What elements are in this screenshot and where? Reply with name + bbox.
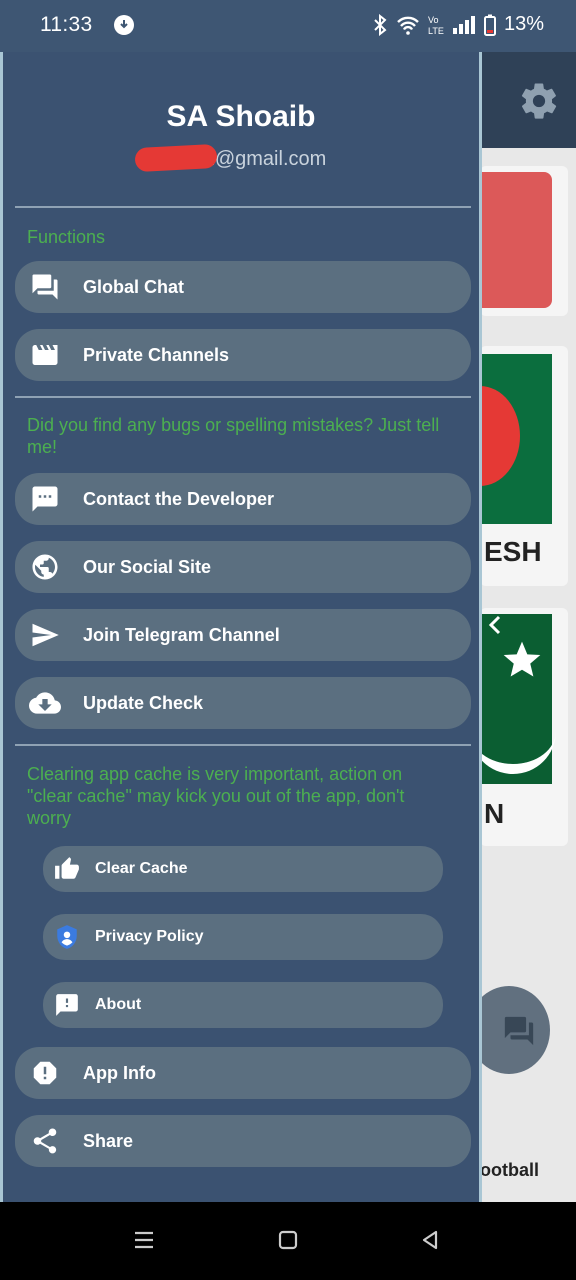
background-card-3: N	[480, 608, 568, 846]
shield-person-icon	[43, 924, 91, 950]
menu-label: Contact the Developer	[83, 488, 275, 509]
back-chevron-icon	[488, 615, 501, 635]
menu-update-check[interactable]: Update Check	[15, 677, 471, 729]
sms-icon	[15, 484, 75, 514]
background-app: ESH N ootball	[480, 52, 576, 1202]
gear-icon	[521, 83, 557, 119]
chat-icon	[504, 1016, 534, 1046]
home-icon[interactable]	[276, 1228, 300, 1252]
background-bottom-label: ootball	[480, 1160, 539, 1180]
section-functions: Functions	[27, 227, 106, 247]
divider	[15, 396, 471, 398]
volte-icon: VoLTE	[428, 15, 444, 36]
menu-label: Update Check	[83, 692, 204, 713]
background-card-2: ESH	[480, 346, 568, 586]
menu-label: Private Channels	[83, 344, 230, 365]
back-icon[interactable]	[418, 1228, 442, 1252]
menu-contact-developer[interactable]: Contact the Developer	[15, 473, 471, 525]
profile-name: SA Shoaib	[166, 100, 316, 133]
status-bar: 11:33 Vo LTE 13%	[0, 0, 576, 52]
battery-icon	[483, 14, 496, 36]
star-icon	[503, 641, 541, 677]
background-card-1	[480, 166, 568, 316]
status-icons: Vo LTE 13%	[372, 13, 544, 36]
chat-fab[interactable]	[480, 986, 550, 1074]
email-redaction	[134, 143, 218, 173]
menu-clear-cache[interactable]: Clear Cache	[43, 846, 443, 892]
menu-label: About	[95, 996, 142, 1013]
menu-label: Join Telegram Channel	[83, 624, 280, 645]
divider	[15, 744, 471, 746]
movie-icon	[15, 340, 75, 370]
feedback-icon	[43, 992, 91, 1018]
menu-share[interactable]: Share	[15, 1115, 471, 1167]
error-octagon-icon	[15, 1058, 75, 1088]
recent-apps-icon[interactable]	[132, 1228, 156, 1252]
menu-privacy-policy[interactable]: Privacy Policy	[43, 914, 443, 960]
menu-social-site[interactable]: Our Social Site	[15, 541, 471, 593]
svg-text:Vo: Vo	[428, 15, 439, 25]
menu-label: Privacy Policy	[95, 928, 204, 945]
globe-icon	[15, 552, 75, 582]
thumb-up-icon	[43, 856, 91, 882]
section-cache-note: Clearing app cache is very important, ac…	[27, 764, 405, 828]
menu-label: Global Chat	[83, 276, 185, 297]
menu-private-channels[interactable]: Private Channels	[15, 329, 471, 381]
section-bugs-note: Did you find any bugs or spelling mistak…	[27, 415, 440, 457]
background-card-2-text: ESH	[484, 536, 542, 567]
navigation-drawer: SA Shoaib 2@gmail.com Functions Global C…	[0, 52, 482, 1202]
send-icon	[15, 620, 75, 650]
battery-percent: 13%	[503, 13, 544, 35]
svg-text:LTE: LTE	[428, 26, 444, 36]
menu-label: App Info	[83, 1062, 156, 1083]
status-time: 11:33	[40, 13, 93, 36]
menu-label: Clear Cache	[95, 860, 188, 877]
bluetooth-icon	[374, 13, 387, 36]
divider	[15, 206, 471, 208]
menu-label: Share	[83, 1130, 134, 1151]
wifi-icon	[397, 16, 419, 35]
download-icon	[114, 15, 134, 35]
menu-global-chat[interactable]: Global Chat	[15, 261, 471, 313]
system-nav-bar	[0, 1202, 576, 1280]
menu-label: Our Social Site	[83, 556, 212, 577]
background-toolbar	[480, 52, 576, 148]
profile-email: 2@gmail.com	[203, 148, 327, 170]
menu-app-info[interactable]: App Info	[15, 1047, 471, 1099]
signal-icon	[452, 15, 475, 34]
background-card-3-text: N	[484, 798, 505, 829]
forum-icon	[15, 272, 75, 302]
menu-telegram[interactable]: Join Telegram Channel	[15, 609, 471, 661]
menu-about[interactable]: About	[43, 982, 443, 1028]
cloud-download-icon	[15, 687, 75, 719]
share-icon	[15, 1126, 75, 1156]
